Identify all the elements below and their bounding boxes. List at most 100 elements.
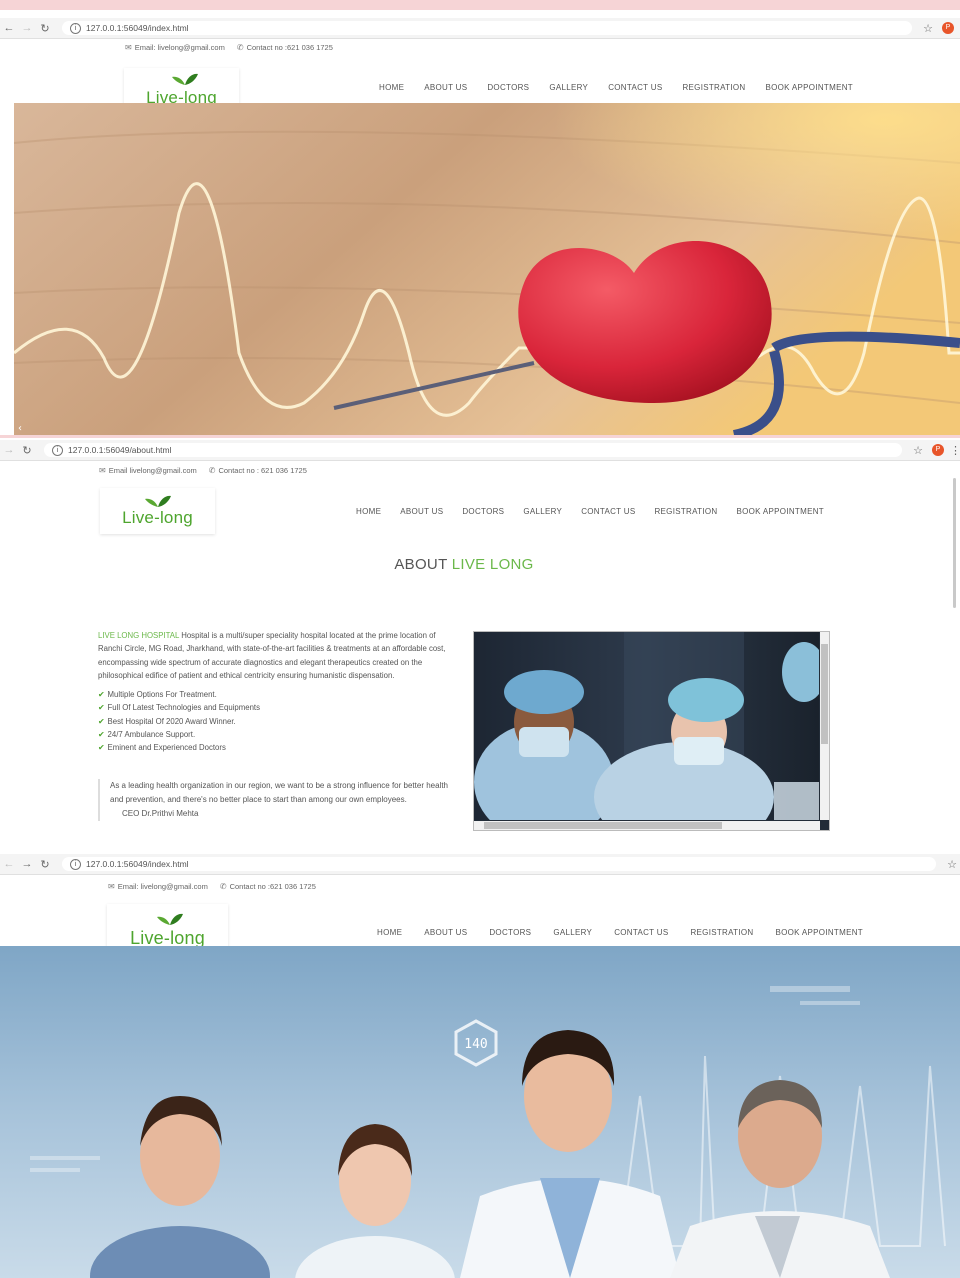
nav-book-appointment[interactable]: BOOK APPOINTMENT [775, 928, 862, 937]
star-icon[interactable]: ☆ [944, 858, 960, 871]
back-arrow-icon[interactable]: ← [0, 22, 18, 34]
screenshot-about: → ↻ i 127.0.0.1:56049/about.html ☆ P ⋮ ✉… [0, 438, 960, 858]
surgery-image-frame[interactable] [473, 631, 830, 831]
address-bar[interactable]: i 127.0.0.1:56049/index.html [62, 21, 912, 35]
about-text-column: LIVE LONG HOSPITAL Hospital is a multi/s… [98, 629, 454, 821]
menu-dots-icon[interactable]: ⋮ [950, 444, 960, 457]
nav-book-appointment[interactable]: BOOK APPOINTMENT [736, 507, 823, 516]
info-icon: i [70, 22, 81, 34]
nav-about-us[interactable]: ABOUT US [424, 83, 467, 92]
reload-icon[interactable]: ↻ [18, 444, 36, 457]
nav-gallery[interactable]: GALLERY [523, 507, 562, 516]
nav-contact-us[interactable]: CONTACT US [614, 928, 668, 937]
leaf-icon [157, 913, 183, 925]
address-url: 127.0.0.1:56049/index.html [86, 859, 189, 869]
email-text: Email livelong@gmail.com [108, 466, 197, 475]
phone-icon: ✆ [208, 466, 216, 475]
contact-bar: ✉ Email livelong@gmail.com ✆ Contact no : … [99, 466, 307, 475]
forward-arrow-icon[interactable]: → [18, 858, 36, 870]
info-icon: i [70, 858, 81, 870]
mail-icon: ✉ [125, 43, 132, 52]
feature-list: ✔ Multiple Options For Treatment. ✔ Full O… [98, 688, 454, 754]
page-title: ABOUT LIVE LONG [0, 556, 928, 573]
list-item: ✔ Eminent and Experienced Doctors [98, 743, 226, 753]
about-intro: LIVE LONG HOSPITAL Hospital is a multi/s… [98, 629, 454, 682]
address-url: 127.0.0.1:56049/about.html [68, 445, 172, 455]
address-bar[interactable]: i 127.0.0.1:56049/index.html [62, 857, 936, 871]
browser-toolbar: ← → ↻ i 127.0.0.1:56049/index.html ☆ P [0, 18, 960, 39]
screenshot-home-1: ← → ↻ i 127.0.0.1:56049/index.html ☆ P ✉… [0, 10, 960, 435]
back-arrow-icon[interactable]: ← [0, 858, 18, 870]
phone-text: Contact no : 621 036 1725 [218, 466, 307, 475]
check-icon: ✔ [98, 690, 105, 700]
profile-avatar[interactable]: P [942, 22, 954, 34]
phone-text: Contact no :621 036 1725 [246, 43, 333, 52]
email-text: Email: livelong@gmail.com [134, 43, 225, 52]
nav-gallery[interactable]: GALLERY [553, 928, 592, 937]
reload-icon[interactable]: ↻ [36, 858, 54, 871]
page-scrollbar[interactable] [953, 478, 956, 608]
phone-icon: ✆ [236, 43, 244, 52]
nav-about-us[interactable]: ABOUT US [400, 507, 443, 516]
list-item: ✔ Best Hospital Of 2020 Award Winner. [98, 716, 236, 726]
phone-text: Contact no :621 036 1725 [229, 882, 316, 891]
page-title-prefix: ABOUT [394, 556, 452, 573]
nav-gallery[interactable]: GALLERY [549, 83, 588, 92]
info-icon: i [52, 444, 63, 456]
list-item: ✔ 24/7 Ambulance Support. [98, 730, 196, 740]
doctors-photo: 140 [0, 946, 960, 1278]
hero-badge-number: 140 [464, 1037, 487, 1052]
email-text: Email: livelong@gmail.com [117, 882, 208, 891]
check-icon: ✔ [98, 716, 105, 726]
hero-banner-doctors: 140 [0, 946, 960, 1278]
forward-arrow-icon[interactable]: → [0, 444, 18, 456]
quote-author: CEO Dr.Prithvi Mehta [122, 808, 199, 818]
forward-arrow-icon[interactable]: → [18, 22, 36, 34]
scrollbar-thumb[interactable] [821, 644, 828, 744]
mail-icon: ✉ [108, 882, 115, 891]
contact-bar: ✉ Email: livelong@gmail.com ✆ Contact no :… [108, 882, 316, 891]
check-icon: ✔ [98, 703, 105, 713]
mail-icon: ✉ [99, 466, 106, 475]
leaf-icon [172, 73, 198, 85]
nav-home[interactable]: HOME [356, 507, 381, 516]
surgeons-photo [474, 632, 826, 830]
main-nav: HOME ABOUT US DOCTORS GALLERY CONTACT US… [377, 928, 863, 937]
ceo-quote: As a leading health organization in our … [98, 778, 454, 821]
heart-stethoscope-image: ‹ [14, 103, 960, 435]
browser-toolbar: ← → ↻ i 127.0.0.1:56049/index.html ☆ [0, 854, 960, 875]
scrollbar-thumb[interactable] [484, 822, 722, 829]
phone-icon: ✆ [219, 882, 227, 891]
address-bar[interactable]: i 127.0.0.1:56049/about.html [44, 443, 902, 457]
address-url: 127.0.0.1:56049/index.html [86, 23, 189, 33]
browser-toolbar: → ↻ i 127.0.0.1:56049/about.html ☆ P ⋮ [0, 440, 960, 461]
star-icon[interactable]: ☆ [910, 444, 926, 457]
profile-avatar[interactable]: P [932, 444, 944, 456]
nav-home[interactable]: HOME [379, 83, 404, 92]
nav-doctors[interactable]: DOCTORS [489, 928, 531, 937]
nav-about-us[interactable]: ABOUT US [424, 928, 467, 937]
nav-doctors[interactable]: DOCTORS [487, 83, 529, 92]
check-icon: ✔ [98, 743, 105, 753]
site-logo[interactable]: Live-long [100, 488, 215, 534]
hero-banner-heart: ‹ [14, 103, 960, 435]
main-nav: HOME ABOUT US DOCTORS GALLERY CONTACT US… [379, 83, 853, 92]
nav-home[interactable]: HOME [377, 928, 402, 937]
nav-registration[interactable]: REGISTRATION [690, 928, 753, 937]
nav-contact-us[interactable]: CONTACT US [581, 507, 635, 516]
nav-registration[interactable]: REGISTRATION [682, 83, 745, 92]
hospital-name: LIVE LONG HOSPITAL [98, 631, 180, 640]
star-icon[interactable]: ☆ [920, 22, 936, 35]
nav-doctors[interactable]: DOCTORS [462, 507, 504, 516]
horizontal-scrollbar[interactable] [474, 821, 820, 830]
reload-icon[interactable]: ↻ [36, 22, 54, 35]
main-nav: HOME ABOUT US DOCTORS GALLERY CONTACT US… [356, 507, 824, 516]
nav-registration[interactable]: REGISTRATION [654, 507, 717, 516]
nav-contact-us[interactable]: CONTACT US [608, 83, 662, 92]
carousel-prev-icon[interactable]: ‹ [18, 423, 22, 434]
check-icon: ✔ [98, 730, 105, 740]
vertical-scrollbar[interactable] [820, 632, 829, 820]
contact-bar: ✉ Email: livelong@gmail.com ✆ Contact no :… [125, 43, 333, 52]
screenshot-home-2: ← → ↻ i 127.0.0.1:56049/index.html ☆ ✉ Em… [0, 852, 960, 1278]
nav-book-appointment[interactable]: BOOK APPOINTMENT [765, 83, 852, 92]
